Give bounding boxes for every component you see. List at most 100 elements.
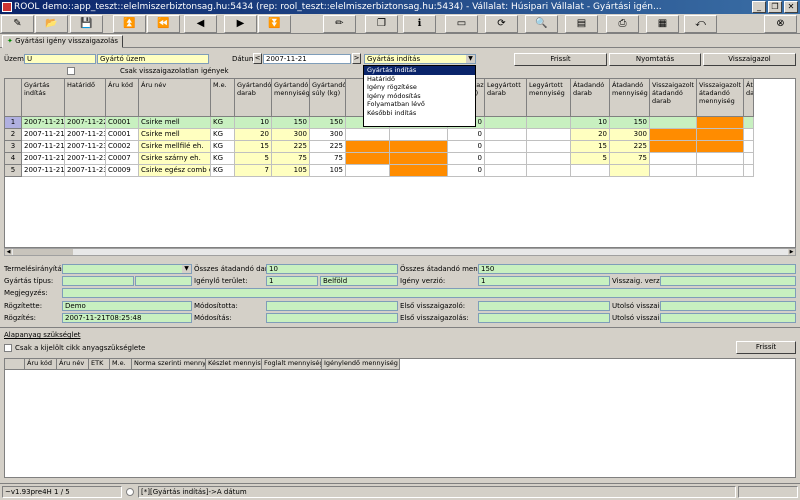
column-header[interactable]: Határidő	[65, 79, 106, 117]
column-header[interactable]: Igénylendő mennyiség	[322, 359, 400, 370]
grid-cell[interactable]: C0001	[106, 117, 139, 129]
grid-cell[interactable]: 2007-11-23	[65, 129, 106, 141]
grid-cell[interactable]: 75	[272, 153, 310, 165]
row-header[interactable]: 4	[5, 153, 22, 165]
total-qty-field[interactable]: 150	[478, 264, 796, 274]
column-header[interactable]: Gyártandó mennyiség	[272, 79, 310, 117]
grid-cell[interactable]	[346, 129, 390, 141]
only-selected-checkbox[interactable]	[4, 344, 12, 352]
grid-cell[interactable]: 2007-11-21	[22, 129, 65, 141]
grid-cell[interactable]	[390, 165, 448, 177]
grid-cell[interactable]	[697, 153, 744, 165]
grid-cell[interactable]	[697, 141, 744, 153]
grid-cell[interactable]	[527, 129, 571, 141]
grid-cell[interactable]: 2007-11-23	[65, 153, 106, 165]
row-header[interactable]: 2	[5, 129, 22, 141]
grid-cell[interactable]: C0007	[106, 153, 139, 165]
first-confirmer-field[interactable]	[478, 301, 610, 311]
grid-cell[interactable]: Csirke egész comb eh.	[139, 165, 211, 177]
column-header[interactable]: Visszaigazolt átadandó darab	[650, 79, 697, 117]
grid-cell[interactable]	[485, 141, 527, 153]
grid-cell[interactable]: 225	[272, 141, 310, 153]
column-header[interactable]: Legyártott darab	[485, 79, 527, 117]
grid-cell[interactable]: 75	[310, 153, 346, 165]
grid-cell[interactable]: Csirke szárny eh.	[139, 153, 211, 165]
grid-cell[interactable]: 15	[571, 141, 610, 153]
refresh-button[interactable]: Frissít	[514, 53, 607, 66]
requesting-area-code[interactable]: 1	[266, 276, 318, 286]
sort-select[interactable]: Gyártás indítás ▼	[364, 54, 476, 64]
chevron-down-icon[interactable]: ▼	[182, 265, 191, 273]
grid-cell[interactable]: KG	[211, 117, 235, 129]
dropdown-option[interactable]: Folyamatban lévő	[364, 100, 475, 109]
report-icon[interactable]: ⎙	[606, 15, 639, 33]
grid-cell[interactable]	[485, 165, 527, 177]
grid-cell[interactable]: Csirke mellfilé eh.	[139, 141, 211, 153]
column-header[interactable]: Gyártás indítás	[22, 79, 65, 117]
modified-by-field[interactable]	[266, 301, 398, 311]
grid-cell[interactable]: Csirke mell	[139, 129, 211, 141]
grid-cell[interactable]: 0	[448, 141, 485, 153]
scroll-thumb[interactable]	[13, 249, 73, 255]
previous-record-icon[interactable]: ⏪	[147, 15, 180, 33]
production-control-select[interactable]: ▼	[62, 264, 192, 274]
print-button[interactable]: Nyomtatás	[609, 53, 701, 66]
last-record-icon[interactable]: ▶	[224, 15, 257, 33]
dropdown-option[interactable]: Gyártás indítás	[364, 66, 475, 75]
grid-cell[interactable]: 225	[610, 141, 650, 153]
grid-cell[interactable]	[527, 165, 571, 177]
column-header[interactable]: Gyártandó darab	[235, 79, 272, 117]
refresh-needs-button[interactable]: Frissít	[736, 341, 796, 354]
document-pencil-icon[interactable]: ✎	[1, 15, 34, 33]
close-icon[interactable]: ⤺	[684, 15, 717, 33]
confirm-version-field[interactable]	[660, 276, 796, 286]
last-confirmed-at-field[interactable]	[660, 313, 796, 323]
grid-cell[interactable]	[346, 153, 390, 165]
status-radio[interactable]	[126, 488, 134, 496]
window-icon[interactable]: ℹ	[403, 15, 436, 33]
tab-confirmation[interactable]: ✦ Gyártási igény visszaigazolás	[2, 35, 124, 48]
production-type-name[interactable]	[135, 276, 192, 286]
grid-cell[interactable]: 150	[272, 117, 310, 129]
row-header[interactable]: 5	[5, 165, 22, 177]
column-header[interactable]: Áru név	[57, 359, 89, 370]
grid-cell[interactable]	[527, 117, 571, 129]
horizontal-scrollbar[interactable]: ◀ ▶	[4, 248, 796, 256]
grid-cell[interactable]	[527, 153, 571, 165]
grid-cell[interactable]	[650, 165, 697, 177]
grid-cell[interactable]: 150	[310, 117, 346, 129]
grid-cell[interactable]	[390, 153, 448, 165]
column-header[interactable]: Foglalt mennyiség	[262, 359, 322, 370]
grid-cell[interactable]: 300	[610, 129, 650, 141]
grid-cell[interactable]	[485, 129, 527, 141]
row-header[interactable]: 1	[5, 117, 22, 129]
column-header[interactable]: Átadandó mennyiség	[610, 79, 650, 117]
column-header[interactable]: Átadandó darab	[571, 79, 610, 117]
dropdown-option[interactable]: Későbbi indítás	[364, 109, 475, 118]
grid-cell[interactable]: 5	[571, 153, 610, 165]
grid-cell[interactable]: 0	[448, 165, 485, 177]
grid-cell[interactable]: 15	[235, 141, 272, 153]
grid-cell[interactable]	[650, 153, 697, 165]
grid-cell[interactable]: C0001	[106, 129, 139, 141]
exit-icon[interactable]: ▦	[646, 15, 679, 33]
edit-icon[interactable]: ⏬	[258, 15, 291, 33]
print-icon[interactable]: ▤	[565, 15, 598, 33]
next-record-icon[interactable]: ◀	[184, 15, 217, 33]
scroll-left-icon[interactable]: ◀	[5, 249, 12, 255]
confirm-button[interactable]: Visszaigazol	[703, 53, 796, 66]
grid-cell[interactable]: 105	[310, 165, 346, 177]
grid-cell[interactable]: 150	[610, 117, 650, 129]
copy-icon[interactable]: ✏	[323, 15, 356, 33]
minimize-button[interactable]: _	[752, 1, 766, 13]
column-header[interactable]: Gyártandó súly (kg)	[310, 79, 346, 117]
recorded-at-field[interactable]: 2007-11-21T08:25:48	[62, 313, 192, 323]
refresh-icon[interactable]: ▭	[445, 15, 478, 33]
column-header[interactable]: M.e.	[110, 359, 132, 370]
dropdown-option[interactable]: Igény módosítás	[364, 92, 475, 101]
restore-button[interactable]: ❐	[768, 1, 782, 13]
filter-icon[interactable]: 🔍	[525, 15, 558, 33]
grid-cell[interactable]: C0009	[106, 165, 139, 177]
date-prev-button[interactable]: <	[253, 53, 262, 64]
grid-cell[interactable]	[346, 165, 390, 177]
